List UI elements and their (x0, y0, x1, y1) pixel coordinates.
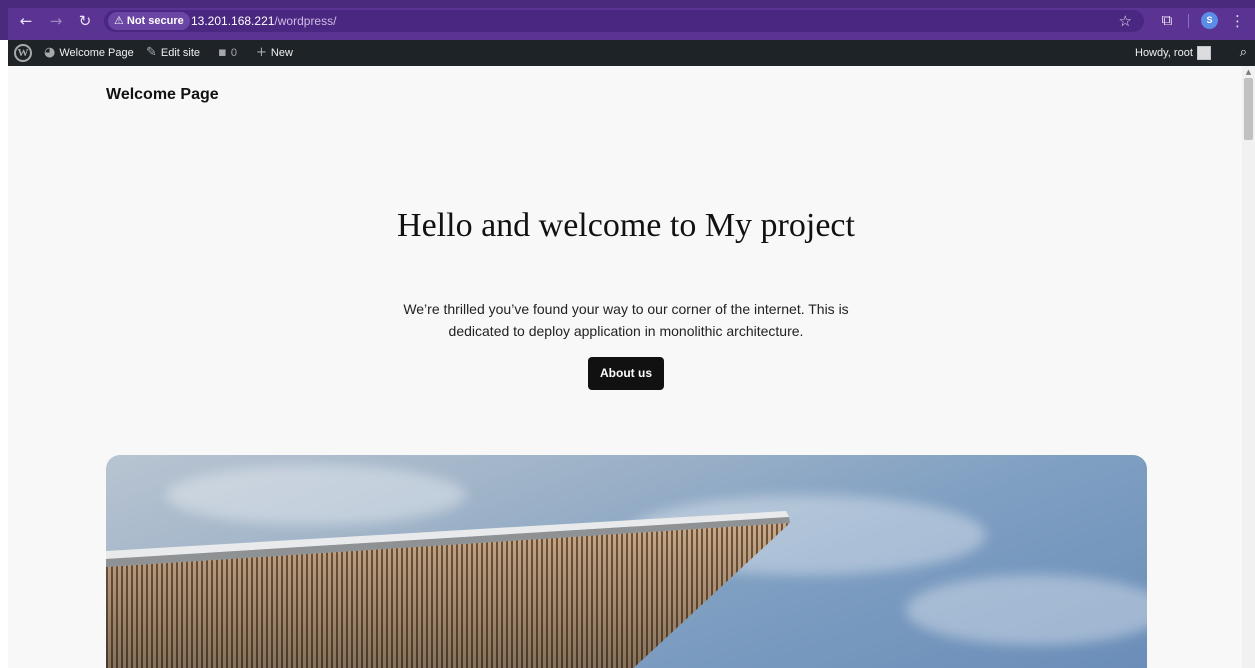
forward-icon[interactable]: → (48, 13, 64, 29)
scroll-thumb[interactable] (1244, 78, 1253, 140)
security-chip[interactable]: ⚠ Not secure (108, 12, 190, 30)
about-us-button[interactable]: About us (588, 357, 664, 390)
url-host: 13.201.168.221 (191, 14, 275, 28)
page-scrollbar[interactable]: ▲ (1242, 66, 1255, 668)
brush-icon: ✎ (146, 45, 157, 60)
adminbar-comments-count: 0 (230, 47, 237, 59)
user-avatar (1196, 46, 1211, 61)
dashboard-icon: ◕ (44, 45, 56, 60)
url-path: /wordpress/ (274, 14, 337, 28)
browser-toolbar: ← → ↻ ⚠ Not secure 13.201.168.221/wordpre… (0, 0, 1255, 40)
wp-admin-bar: W ◕ Welcome Page ✎ Edit site ▪ 0 + New Howdy… (8, 40, 1255, 66)
reload-icon[interactable]: ↻ (77, 13, 93, 29)
adminbar-howdy: Howdy, root (1135, 47, 1193, 59)
hero-heading: Hello and welcome to My project (397, 207, 855, 244)
hero-image (106, 455, 1147, 668)
adminbar-edit-site-label: Edit site (160, 47, 201, 59)
more-icon[interactable]: ⋮ (1230, 12, 1245, 30)
back-icon[interactable]: ← (18, 13, 34, 29)
toolbar-divider (1188, 14, 1189, 28)
building-canopy (106, 511, 790, 668)
scroll-up-icon[interactable]: ▲ (1242, 66, 1255, 78)
adminbar-new[interactable]: + New (256, 40, 293, 66)
star-icon[interactable]: ☆ (1119, 12, 1132, 30)
adminbar-new-label: New (270, 47, 293, 59)
adminbar-comments[interactable]: ▪ 0 (218, 40, 237, 66)
profile-avatar[interactable]: S (1201, 12, 1218, 29)
page-content: Welcome Page Hello and welcome to My pro… (8, 66, 1242, 668)
address-bar[interactable]: ⚠ Not secure 13.201.168.221/wordpress/ ☆ (104, 10, 1144, 32)
hero-description: We’re thrilled you’ve found your way to … (403, 301, 849, 339)
adminbar-site-name[interactable]: ◕ Welcome Page (44, 40, 134, 66)
site-title[interactable]: Welcome Page (106, 86, 219, 104)
search-icon[interactable]: ⌕ (1240, 40, 1247, 66)
adminbar-edit-site[interactable]: ✎ Edit site (146, 40, 200, 66)
url-text[interactable]: 13.201.168.221/wordpress/ (191, 13, 336, 29)
wordpress-logo-icon[interactable]: W (14, 44, 32, 62)
extensions-icon[interactable]: ⧉ (1158, 11, 1176, 29)
plus-icon: + (256, 45, 267, 60)
comment-icon: ▪ (218, 45, 227, 60)
warning-icon: ⚠ (114, 14, 124, 27)
security-label: Not secure (126, 15, 184, 27)
adminbar-site-name-label: Welcome Page (59, 47, 134, 59)
adminbar-account[interactable]: Howdy, root (1135, 40, 1211, 66)
